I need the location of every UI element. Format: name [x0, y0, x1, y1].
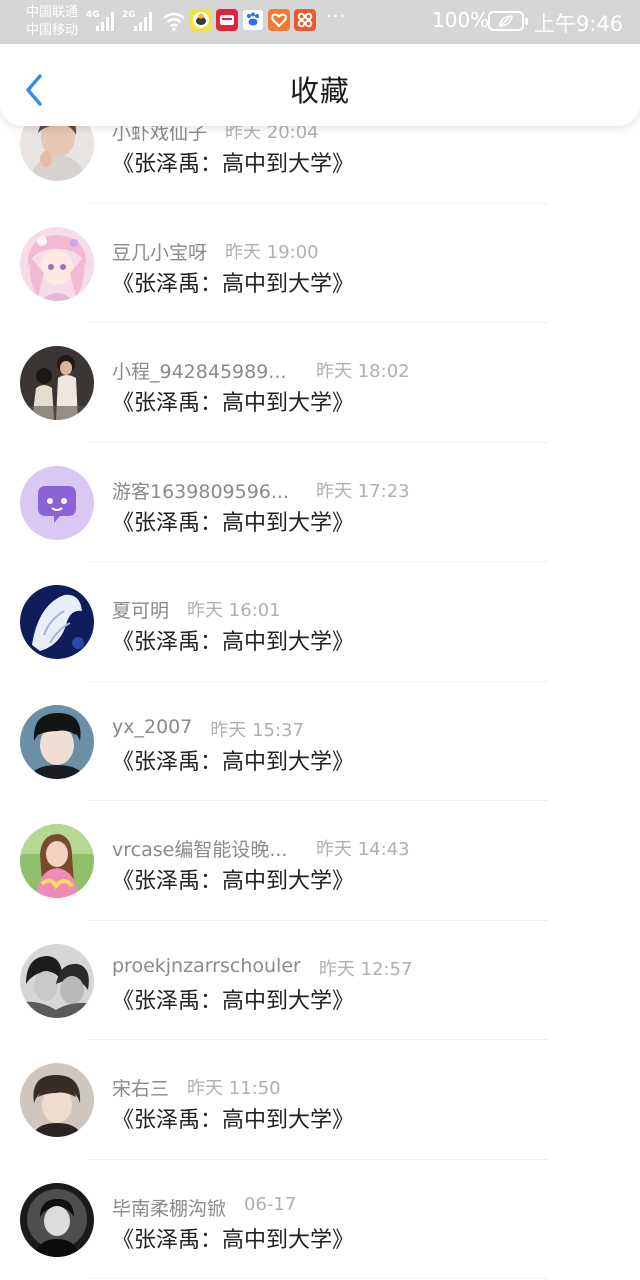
timestamp: 昨天 18:02	[316, 361, 410, 382]
avatar[interactable]	[20, 465, 94, 540]
battery-percent: 100%	[432, 8, 490, 32]
username[interactable]: 游客1639809596...	[112, 477, 298, 504]
favorite-title[interactable]: 《张泽禹：高中到大学》	[112, 146, 354, 178]
avatar[interactable]	[20, 226, 94, 301]
list-item[interactable]: 夏可明 昨天 16:01 《张泽禹：高中到大学》	[0, 562, 640, 682]
avatar[interactable]	[20, 1063, 94, 1137]
timestamp: 昨天 12:57	[318, 958, 413, 980]
paw-app-icon	[242, 9, 264, 31]
list-item[interactable]: vrcase编智能设晚... 昨天 14:43 《张泽禹：高中到大学》	[0, 801, 640, 921]
item-meta: 小程_942845989... 昨天 18:02	[112, 357, 410, 383]
list-item[interactable]: yx_2007 昨天 15:37 《张泽禹：高中到大学》	[0, 682, 640, 802]
signal-icon	[96, 11, 116, 31]
list-item[interactable]: 宋右三 昨天 11:50 《张泽禹：高中到大学》	[0, 1040, 640, 1160]
carrier-info: 中国联通 中国移动	[26, 4, 90, 40]
item-meta: 游客1639809596... 昨天 17:23	[112, 477, 410, 503]
wifi-icon	[163, 12, 185, 31]
timestamp: 昨天 17:23	[316, 480, 410, 502]
username[interactable]: yx_2007	[112, 716, 192, 738]
item-meta: proekjnzarrschouler 昨天 12:57	[112, 955, 412, 981]
timestamp: 昨天 15:37	[210, 719, 304, 741]
clock: 上午9:46	[534, 12, 624, 36]
item-meta: vrcase编智能设晚... 昨天 14:43	[112, 835, 410, 861]
list-item[interactable]: 豆几小宝呀 昨天 19:00 《张泽禹：高中到大学》	[0, 204, 640, 324]
bee-app-icon	[190, 9, 212, 31]
list-item[interactable]: 游客1639809596... 昨天 17:23 《张泽禹：高中到大学》	[0, 443, 640, 563]
timestamp: 06-17	[244, 1193, 297, 1215]
avatar[interactable]	[20, 1182, 94, 1257]
carrier-1: 中国联通	[26, 5, 79, 20]
avatar[interactable]	[20, 704, 94, 779]
list-item[interactable]: proekjnzarrschouler 昨天 12:57 《张泽禹：高中到大学》	[0, 921, 640, 1041]
carrier-2: 中国移动	[26, 23, 79, 38]
nav-header: 收藏	[0, 44, 640, 126]
username[interactable]: proekjnzarrschouler	[112, 955, 301, 977]
list-item[interactable]: 毕南柔棚沟锨 06-17 《张泽禹：高中到大学》	[0, 1160, 640, 1280]
username[interactable]: 小程_942845989...	[112, 357, 298, 384]
page-title: 收藏	[289, 74, 350, 108]
grid-app-icon	[294, 9, 316, 31]
shop-app-icon	[216, 9, 238, 31]
item-meta: yx_2007 昨天 15:37	[112, 716, 304, 742]
username[interactable]: 宋右三	[112, 1074, 169, 1101]
more-notifications-icon: ···	[326, 6, 347, 27]
favorite-title[interactable]: 《张泽禹：高中到大学》	[112, 385, 354, 417]
heart-app-icon	[268, 9, 290, 31]
timestamp: 昨天 11:50	[187, 1078, 281, 1099]
favorite-title[interactable]: 《张泽禹：高中到大学》	[112, 744, 354, 776]
status-bar: 中国联通 中国移动 4G 2G ··· 100% 上午9:46	[0, 0, 640, 44]
username[interactable]: 毕南柔棚沟锨	[112, 1194, 226, 1221]
favorite-title[interactable]: 《张泽禹：高中到大学》	[112, 1222, 354, 1254]
favorite-title[interactable]: 《张泽禹：高中到大学》	[112, 624, 354, 656]
favorite-title[interactable]: 《张泽禹：高中到大学》	[112, 1102, 354, 1134]
list-item[interactable]: 小程_942845989... 昨天 18:02 《张泽禹：高中到大学》	[0, 323, 640, 443]
avatar[interactable]	[20, 943, 94, 1018]
item-meta: 宋右三 昨天 11:50	[112, 1074, 281, 1100]
signal-icon	[134, 11, 154, 31]
favorite-title[interactable]: 《张泽禹：高中到大学》	[112, 266, 354, 298]
favorite-title[interactable]: 《张泽禹：高中到大学》	[112, 863, 354, 895]
favorite-title[interactable]: 《张泽禹：高中到大学》	[112, 983, 354, 1015]
favorites-list: 小虾戏仙子 昨天 20:04 《张泽禹：高中到大学》 豆几小宝呀 昨天 19:00 …	[0, 84, 640, 1279]
username[interactable]: 夏可明	[112, 596, 169, 623]
timestamp: 昨天 16:01	[187, 600, 281, 621]
username[interactable]: vrcase编智能设晚...	[112, 835, 298, 862]
timestamp: 昨天 14:43	[316, 839, 410, 860]
item-meta: 豆几小宝呀 昨天 19:00	[112, 238, 319, 264]
item-meta: 夏可明 昨天 16:01	[112, 596, 281, 622]
favorite-title[interactable]: 《张泽禹：高中到大学》	[112, 505, 354, 537]
item-meta: 毕南柔棚沟锨 06-17	[112, 1194, 296, 1220]
battery-icon	[488, 11, 528, 31]
timestamp: 昨天 19:00	[225, 241, 319, 263]
username[interactable]: 豆几小宝呀	[112, 238, 207, 265]
avatar[interactable]	[20, 824, 94, 898]
avatar[interactable]	[20, 346, 94, 420]
avatar[interactable]	[20, 585, 94, 659]
